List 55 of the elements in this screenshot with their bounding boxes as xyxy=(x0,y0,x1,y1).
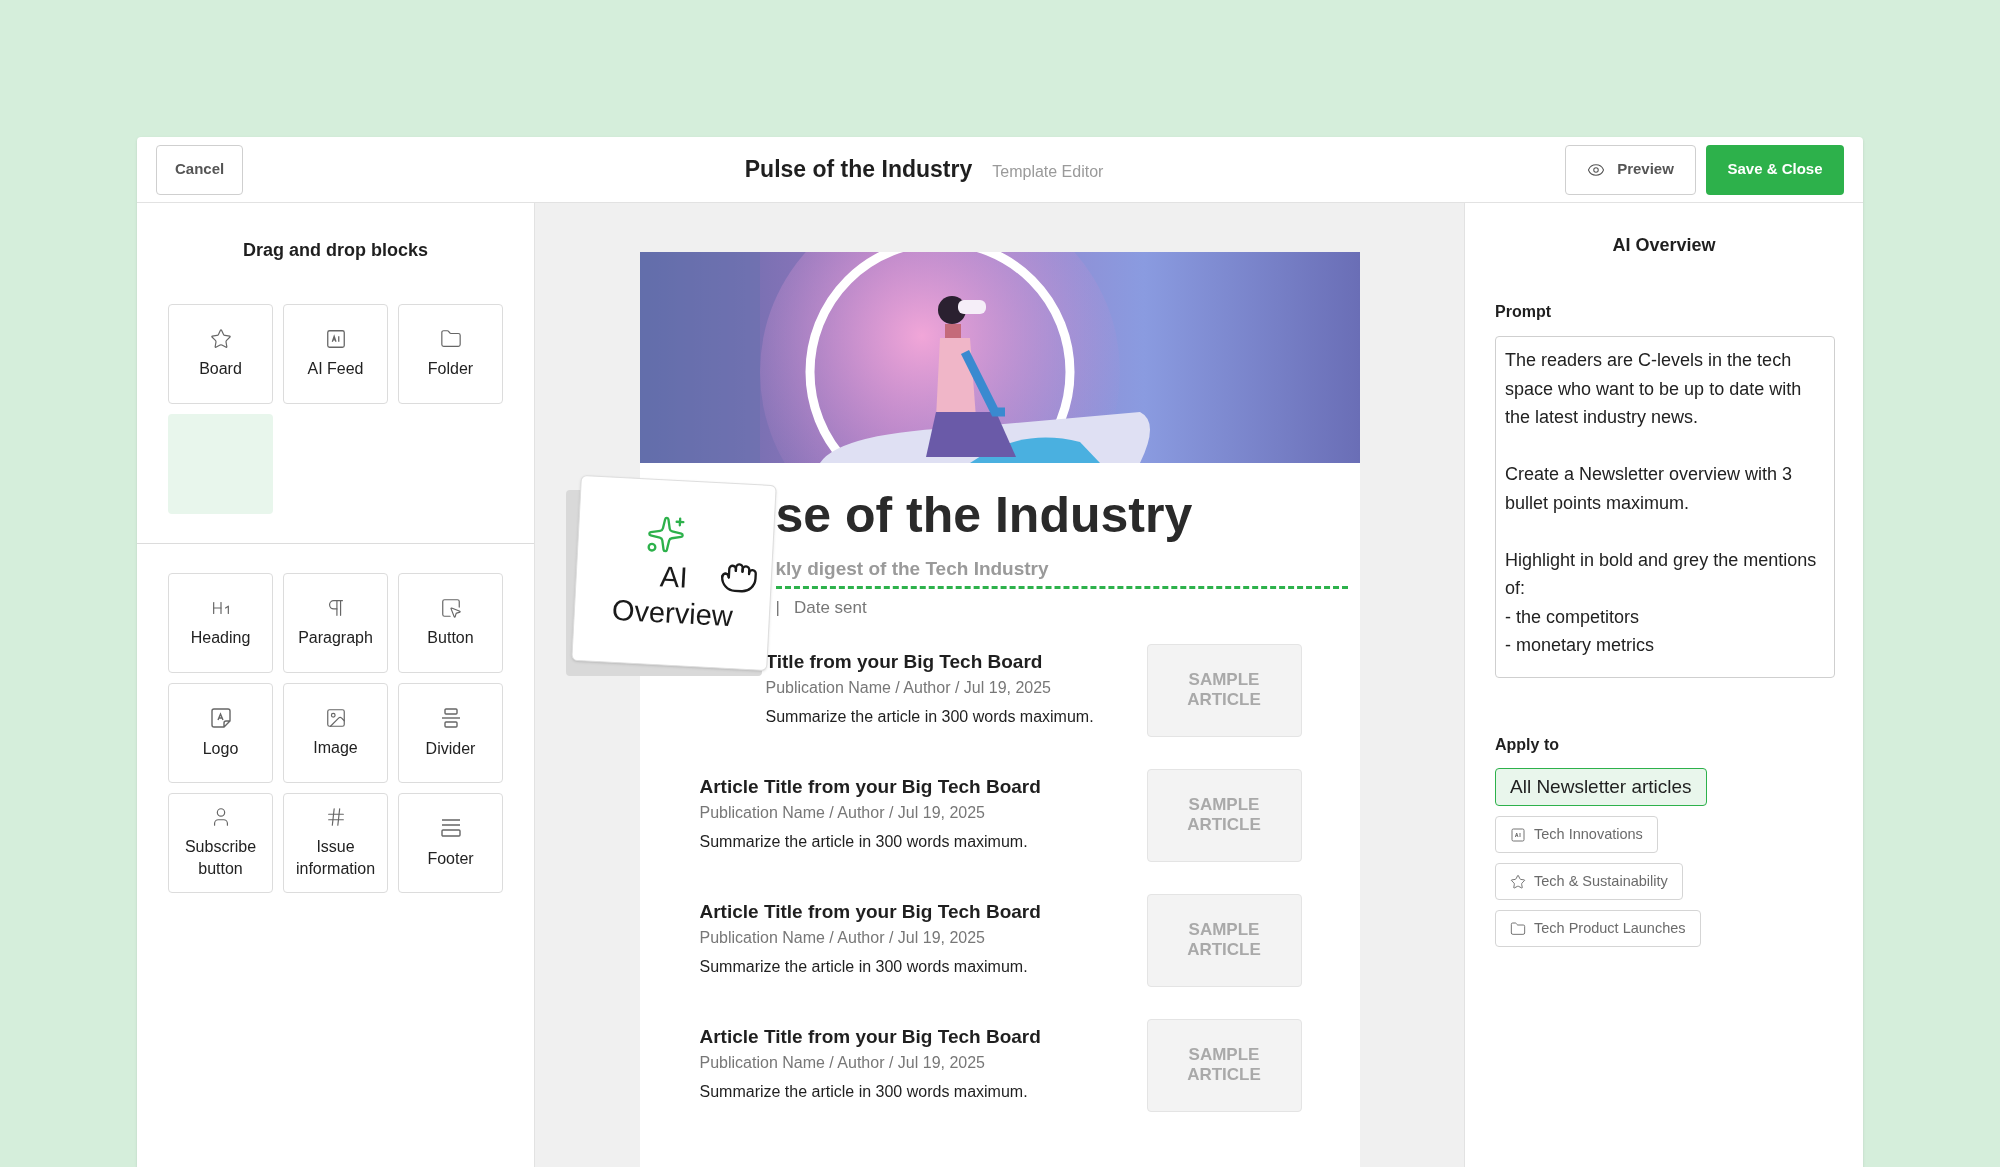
sample-article-image: SAMPLE ARTICLE xyxy=(1146,643,1302,737)
block-tile[interactable]: Subscribe button xyxy=(168,793,273,893)
target-chip[interactable]: Tech & Sustainability xyxy=(1495,863,1683,900)
footer-icon xyxy=(438,816,463,840)
date-sent-label: Date sent xyxy=(793,597,867,619)
folder-icon xyxy=(439,328,462,350)
star-icon xyxy=(1510,873,1526,890)
sample-article-image: SAMPLE ARTICLE xyxy=(1146,768,1302,862)
article-meta: Publication Name / Author / Jul 19, 2025 xyxy=(699,1052,986,1073)
star-icon xyxy=(209,328,232,350)
block-tile[interactable]: Heading xyxy=(168,573,273,673)
ai-box-icon xyxy=(324,328,347,350)
article-meta: Publication Name / Author / Jul 19, 2025 xyxy=(699,802,986,823)
sample-article-image: SAMPLE ARTICLE xyxy=(1146,893,1302,987)
template-title: Pulse of the Industry xyxy=(744,155,973,185)
article-title: Article Title from your Big Tech Board xyxy=(699,774,1042,799)
prompt-label: Prompt xyxy=(1495,302,1552,322)
article-summary: Summarize the article in 300 words maximum. xyxy=(699,831,1029,852)
target-chip[interactable]: All Newsletter articles xyxy=(1495,768,1707,806)
newsletter-title: se of the Industry xyxy=(775,486,1194,545)
cursor-box-icon xyxy=(439,597,462,619)
block-tile[interactable]: Footer xyxy=(398,793,503,893)
article-summary: Summarize the article in 300 words maximum. xyxy=(699,1081,1029,1102)
block-tile[interactable]: Paragraph xyxy=(283,573,388,673)
cancel-button[interactable]: Cancel xyxy=(156,144,244,195)
logo-icon xyxy=(208,706,233,730)
block-tile[interactable]: Image xyxy=(283,683,388,783)
block-tile[interactable]: Board xyxy=(168,304,273,404)
article-title: Article Title from your Big Tech Board xyxy=(699,899,1042,924)
preview-button[interactable]: Preview xyxy=(1565,144,1696,195)
block-tile[interactable]: Divider xyxy=(398,683,503,783)
ai-box-icon xyxy=(1510,826,1526,843)
template-subtitle: Template Editor xyxy=(992,162,1104,183)
target-chip[interactable]: Tech Innovations xyxy=(1495,816,1658,853)
panel-title: Drag and drop blocks xyxy=(243,239,428,262)
apply-to-label: Apply to xyxy=(1495,735,1560,755)
prompt-field[interactable]: The readers are C-levels in the tech space who want to be up to date with the latest industry news. Create a Newsletter overview with 3 bullet points maximum. Highlight in bold and grey the mentions of: - the competitors - monetary metrics xyxy=(1495,336,1835,678)
dragged-block-label: AI Overview xyxy=(610,559,734,635)
block-tile[interactable]: Button xyxy=(398,573,503,673)
block-tile[interactable]: Folder xyxy=(398,304,503,404)
article-meta: Publication Name / Author / Jul 19, 2025 xyxy=(765,677,1052,698)
target-chip[interactable]: Tech Product Launches xyxy=(1495,910,1701,947)
folder-icon xyxy=(1510,920,1526,937)
sample-article-image: SAMPLE ARTICLE xyxy=(1146,1018,1302,1112)
block-tile[interactable]: Logo xyxy=(168,683,273,783)
article-summary: Summarize the article in 300 words maximum. xyxy=(765,706,1095,727)
block-tile[interactable]: AI Feed xyxy=(283,304,388,404)
article-summary: Summarize the article in 300 words maximum. xyxy=(699,956,1029,977)
article-meta: Publication Name / Author / Jul 19, 2025 xyxy=(699,927,986,948)
block-tile[interactable]: Issue information xyxy=(283,793,388,893)
article-title: Article Title from your Big Tech Board xyxy=(699,1024,1042,1049)
newsletter-tagline: kly digest of the Tech Industry xyxy=(775,557,1050,581)
image-icon xyxy=(324,707,347,729)
panel-title: AI Overview xyxy=(1611,234,1717,257)
separator-mark: | xyxy=(775,597,780,619)
